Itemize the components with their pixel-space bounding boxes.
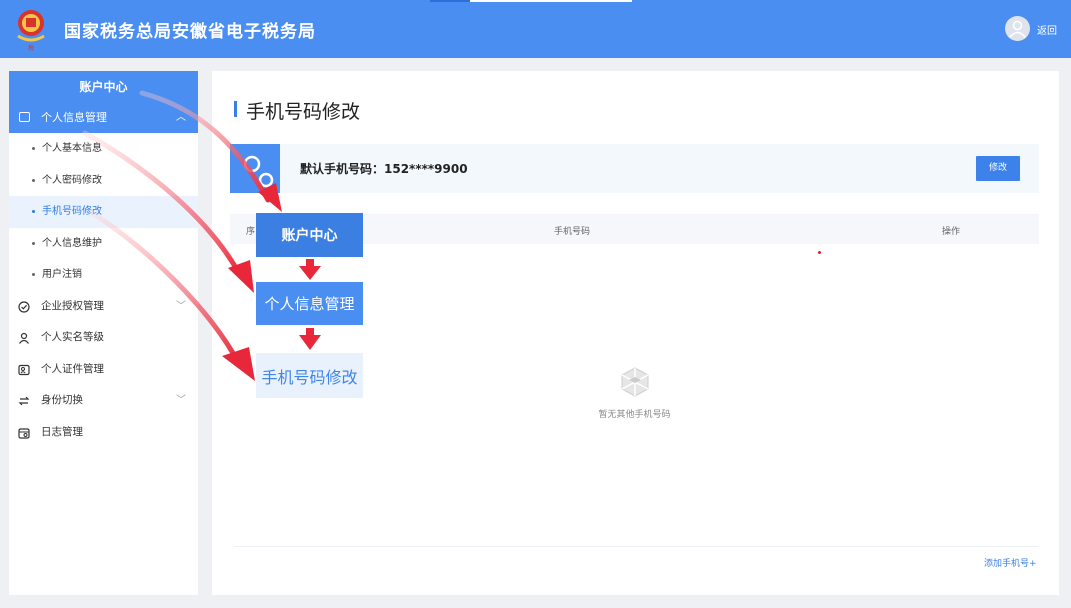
sidebar-sub-label: 个人基本信息 xyxy=(42,143,102,154)
svg-text:税: 税 xyxy=(28,44,34,52)
column-header-action: 操作 xyxy=(942,227,961,237)
sidebar-sub-label: 用户注销 xyxy=(42,269,82,280)
sidebar-item-id-docs[interactable]: 个人证件管理 xyxy=(9,354,198,386)
bullet-dot xyxy=(32,210,35,213)
sidebar-sub-label: 手机号码修改 xyxy=(42,206,102,217)
list-doc-icon xyxy=(19,112,30,122)
top-header: 税 国家税务总局安徽省电子税务局 返回 xyxy=(0,0,1071,58)
sidebar-item-label: 日志管理 xyxy=(41,425,83,438)
tax-emblem-icon: 税 xyxy=(17,10,45,52)
user-icon xyxy=(19,332,29,344)
page-title: 手机号码修改 xyxy=(234,97,360,124)
id-card-icon xyxy=(18,364,30,375)
step-box-account-center: 账户中心 xyxy=(256,213,363,257)
sidebar-item-realname-level[interactable]: 个人实名等级 xyxy=(9,322,198,354)
step-box-personal-info: 个人信息管理 xyxy=(256,282,363,325)
default-phone-card: 默认手机号码：152****9900 修改 xyxy=(230,144,1039,193)
empty-state-text: 暂无其他手机号码 xyxy=(598,410,671,420)
bullet-dot xyxy=(32,273,35,276)
sidebar-group-label: 个人信息管理 xyxy=(41,111,107,124)
badge-check-icon xyxy=(18,300,30,313)
header-accent-line xyxy=(430,0,470,2)
sidebar-item-label: 个人证件管理 xyxy=(41,362,104,375)
sidebar-sub-item[interactable]: 个人密码修改 xyxy=(9,165,198,197)
site-title: 国家税务总局安徽省电子税务局 xyxy=(64,22,316,42)
sidebar-item-log[interactable]: 日志管理 xyxy=(9,417,198,449)
chevron-down-icon: ﹀ xyxy=(176,395,186,407)
calendar-log-icon xyxy=(18,428,30,439)
bullet-dot xyxy=(32,241,35,245)
sidebar-sub-label: 个人信息维护 xyxy=(42,237,102,249)
sidebar-sub-item[interactable]: 个人信息维护 xyxy=(9,228,198,260)
column-header-phone: 手机号码 xyxy=(554,227,591,237)
sidebar-account-center[interactable]: 账户中心 xyxy=(9,71,198,103)
user-avatar-icon[interactable] xyxy=(1005,16,1030,41)
switch-icon xyxy=(18,396,30,406)
sidebar-item-label: 企业授权管理 xyxy=(41,299,104,312)
column-header-index: 序 xyxy=(246,227,256,237)
sidebar-item-enterprise-auth[interactable]: 企业授权管理 ﹀ xyxy=(9,291,198,323)
header-accent-line-light xyxy=(470,0,632,2)
phone-card-icon xyxy=(230,144,280,193)
sidebar-sub-label: 个人密码修改 xyxy=(42,174,102,186)
sidebar-item-label: 身份切换 xyxy=(41,394,83,407)
bullet-dot xyxy=(32,178,35,182)
back-link[interactable]: 返回 xyxy=(1037,22,1057,37)
sidebar-sub-item[interactable]: 用户注销 xyxy=(9,259,198,291)
chevron-up-icon: ︿ xyxy=(176,112,186,123)
sidebar: 账户中心 个人信息管理 ︿ 个人基本信息 个人密码修改 手机号码修改 个人信息维… xyxy=(9,71,198,595)
page-title-text: 手机号码修改 xyxy=(246,101,361,123)
sidebar-group-personal-info[interactable]: 个人信息管理 ︿ xyxy=(9,103,198,133)
sidebar-sub-item[interactable]: 个人基本信息 xyxy=(9,133,198,165)
chevron-down-icon: ﹀ xyxy=(176,300,186,312)
empty-box-icon xyxy=(621,367,649,397)
sidebar-sub-item-active[interactable]: 手机号码修改 xyxy=(9,196,198,228)
add-phone-link[interactable]: 添加手机号+ xyxy=(984,556,1037,569)
sidebar-item-label: 个人实名等级 xyxy=(41,331,104,344)
sidebar-item-identity-switch[interactable]: 身份切换 ﹀ xyxy=(9,385,198,417)
red-dot-marker xyxy=(818,251,821,254)
bullet-dot xyxy=(32,147,35,150)
default-phone-label: 默认手机号码：152****9900 xyxy=(300,162,468,176)
edit-button[interactable]: 修改 xyxy=(976,156,1020,181)
main-panel: 手机号码修改 默认手机号码：152****9900 修改 序 手机号码 操作 暂… xyxy=(212,71,1059,595)
title-accent-bar xyxy=(234,101,237,117)
divider xyxy=(234,546,1039,547)
step-box-phone-modify: 手机号码修改 xyxy=(256,353,363,398)
